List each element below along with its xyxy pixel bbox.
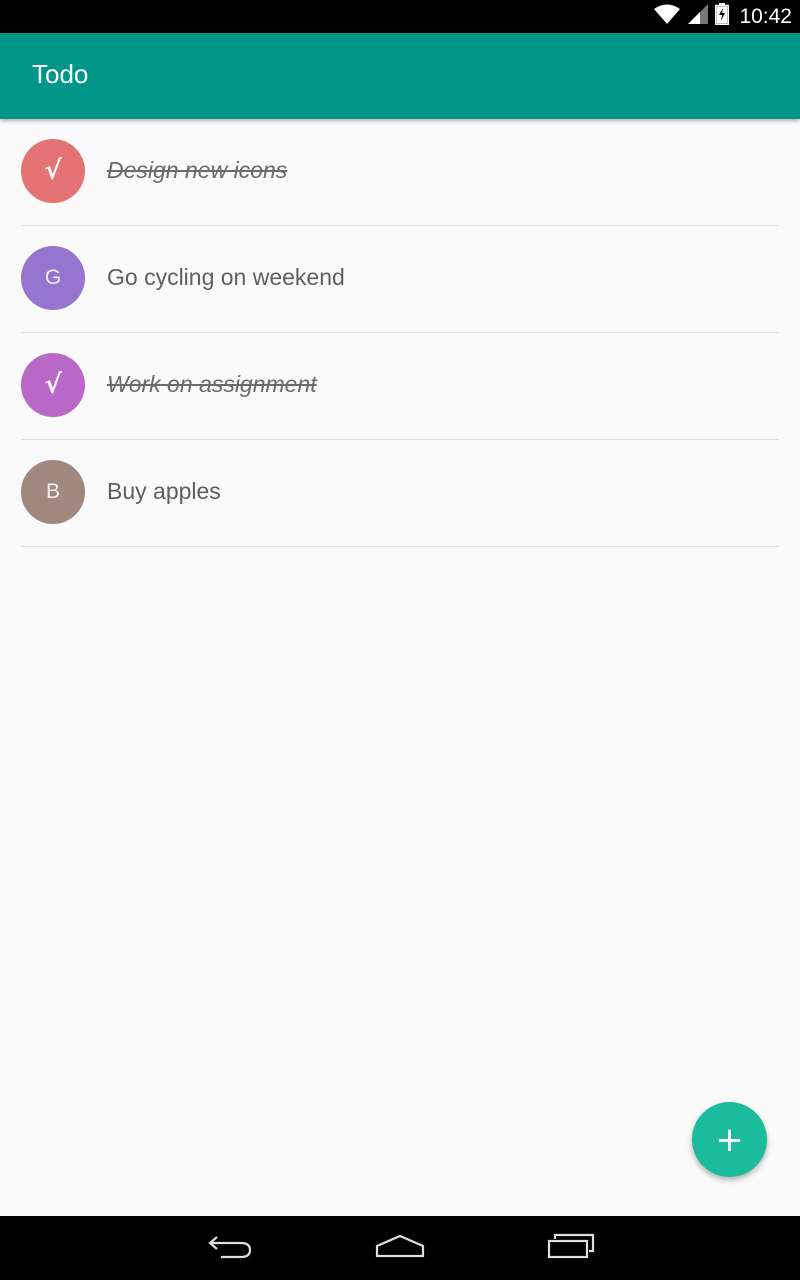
back-icon (207, 1233, 253, 1264)
wifi-icon (653, 3, 681, 30)
todo-initial: B (45, 480, 60, 503)
app-title: Todo (32, 59, 89, 89)
status-bar: 10:42 (0, 0, 800, 33)
battery-charging-icon (715, 3, 730, 30)
checkmark-icon: √ (44, 156, 62, 186)
plus-icon: + (715, 1119, 744, 1160)
todo-text: Design new icons (107, 157, 288, 183)
status-icons: 10:42 (653, 0, 792, 33)
todo-list: √ Design new icons G Go cycling on weeke… (0, 119, 800, 547)
app-bar: Todo (0, 33, 800, 119)
add-todo-button[interactable]: + (692, 1102, 767, 1177)
checkmark-icon: √ (44, 370, 62, 400)
todo-item[interactable]: G Go cycling on weekend (21, 226, 779, 333)
nav-bar (0, 1216, 800, 1280)
todo-avatar[interactable]: √ (21, 139, 85, 203)
todo-avatar[interactable]: G (21, 246, 85, 310)
status-time: 10:42 (739, 4, 792, 28)
todo-item[interactable]: √ Design new icons (21, 119, 779, 226)
back-button[interactable] (185, 1216, 275, 1280)
todo-text: Work on assignment (107, 371, 317, 397)
recents-icon (547, 1233, 595, 1264)
todo-initial: G (44, 266, 62, 289)
todo-item[interactable]: √ Work on assignment (21, 333, 779, 440)
signal-icon (687, 3, 709, 30)
todo-item[interactable]: B Buy apples (21, 440, 779, 547)
todo-avatar[interactable]: B (21, 460, 85, 524)
screen: 10:42 Todo √ Design new icons G Go cycli… (0, 0, 800, 1280)
todo-text: Go cycling on weekend (107, 264, 345, 290)
todo-avatar[interactable]: √ (21, 353, 85, 417)
home-icon (375, 1233, 425, 1264)
recents-button[interactable] (526, 1216, 616, 1280)
home-button[interactable] (355, 1216, 445, 1280)
todo-text: Buy apples (107, 478, 221, 504)
